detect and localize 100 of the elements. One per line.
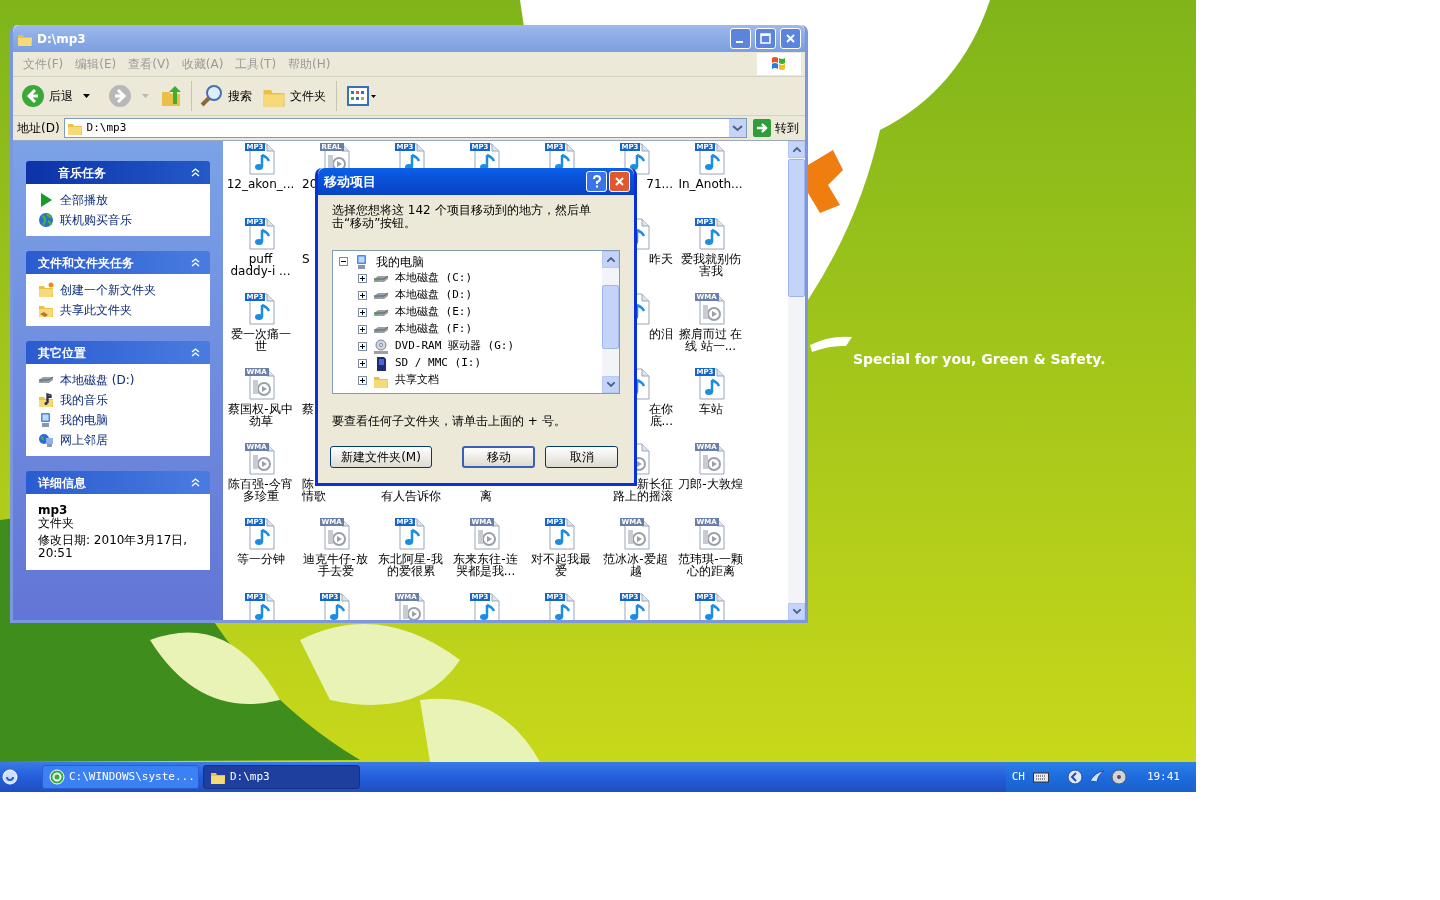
- task-link[interactable]: 我的音乐: [60, 391, 108, 409]
- start-icon[interactable]: [2, 769, 18, 785]
- collapse-icon[interactable]: [339, 257, 348, 266]
- expand-icon[interactable]: [358, 274, 367, 283]
- file-name[interactable]: 12_akon_...: [224, 178, 297, 190]
- tree-item[interactable]: 共享文档: [395, 372, 439, 389]
- file-name[interactable]: 对不起我最爱: [523, 553, 598, 577]
- file-name[interactable]: 东北阿星-我的爱很累: [373, 553, 448, 577]
- search-button[interactable]: 搜索: [200, 80, 252, 112]
- file-name[interactable]: S: [298, 253, 310, 265]
- file-name[interactable]: 陈: [298, 478, 314, 490]
- audio-file-icon[interactable]: [698, 593, 725, 620]
- file-name[interactable]: 底...: [649, 415, 673, 427]
- file-name[interactable]: 陈百强-今宵多珍重: [223, 478, 298, 502]
- vertical-scrollbar[interactable]: [788, 141, 805, 620]
- address-field[interactable]: D:\mp3: [63, 118, 747, 138]
- file-name[interactable]: 爱一次痛一世: [223, 328, 298, 352]
- dialog-button[interactable]: 移动: [462, 446, 535, 468]
- go-button[interactable]: 转到: [751, 119, 801, 137]
- task-link[interactable]: 联机购买音乐: [60, 211, 132, 229]
- audio-file-icon[interactable]: [698, 218, 725, 250]
- file-name[interactable]: 昨天: [649, 253, 673, 265]
- scroll-down-button[interactable]: [602, 376, 619, 393]
- tree-scrollbar[interactable]: [602, 251, 619, 393]
- file-name[interactable]: 有人告诉你: [378, 490, 443, 502]
- file-name[interactable]: puff: [246, 253, 275, 265]
- tree-item[interactable]: 本地磁盘 (E:): [395, 304, 473, 321]
- audio-file-icon[interactable]: [548, 593, 575, 620]
- file-name[interactable]: 71...: [646, 178, 673, 190]
- audio-file-icon[interactable]: [248, 143, 275, 175]
- task-link[interactable]: 全部播放: [60, 191, 108, 209]
- panel-header[interactable]: 音乐任务: [26, 161, 210, 184]
- audio-file-icon[interactable]: [698, 443, 725, 475]
- tree-item[interactable]: 本地磁盘 (C:): [395, 270, 473, 287]
- audio-file-icon[interactable]: [248, 443, 275, 475]
- audio-file-icon[interactable]: [623, 593, 650, 620]
- tree-item[interactable]: SD / MMC (I:): [395, 355, 482, 372]
- file-name[interactable]: 东来东往-连哭都是我...: [448, 553, 523, 577]
- dialog-button[interactable]: 新建文件夹(M): [330, 446, 432, 468]
- back-button[interactable]: 后退: [21, 80, 73, 112]
- scroll-down-button[interactable]: [788, 603, 805, 620]
- task-link[interactable]: 共享此文件夹: [60, 301, 132, 319]
- tree-item[interactable]: 本地磁盘 (D:): [395, 287, 473, 304]
- file-name[interactable]: 范玮琪-一颗心的距离: [673, 553, 748, 577]
- file-name[interactable]: 蔡国权-风中劲草: [223, 403, 298, 427]
- scroll-thumb[interactable]: [602, 285, 619, 349]
- taskbar-button[interactable]: D:\mp3: [203, 765, 360, 789]
- file-name[interactable]: 路上的摇滚: [613, 490, 673, 502]
- file-name[interactable]: 等一分钟: [234, 553, 287, 565]
- file-name[interactable]: 范冰冰-爱超越: [598, 553, 673, 577]
- close-button[interactable]: [780, 28, 801, 49]
- tree-item[interactable]: 本地磁盘 (F:): [395, 321, 473, 338]
- file-name[interactable]: 车站: [696, 403, 725, 415]
- audio-file-icon[interactable]: [248, 518, 275, 550]
- expand-icon[interactable]: [358, 325, 367, 334]
- file-name[interactable]: daddy-i ...: [228, 265, 293, 277]
- file-name[interactable]: 离: [477, 490, 494, 502]
- audio-file-icon[interactable]: [398, 518, 425, 550]
- tree-item[interactable]: 我的电脑: [376, 252, 424, 271]
- panel-header[interactable]: 其它位置: [26, 341, 210, 364]
- audio-file-icon[interactable]: [623, 518, 650, 550]
- audio-file-icon[interactable]: [248, 368, 275, 400]
- audio-file-icon[interactable]: [248, 293, 275, 325]
- help-button[interactable]: [586, 171, 607, 192]
- scroll-up-button[interactable]: [602, 251, 619, 268]
- file-name[interactable]: 刀郎-大敦煌: [676, 478, 745, 490]
- views-icon[interactable]: [347, 85, 377, 107]
- scroll-up-button[interactable]: [788, 141, 805, 158]
- bird-icon[interactable]: [1088, 769, 1105, 785]
- file-name[interactable]: 爱我就别伤害我: [673, 253, 748, 277]
- dropdown-arrow-icon[interactable]: [83, 94, 90, 98]
- close-button[interactable]: [609, 171, 630, 192]
- audio-file-icon[interactable]: [548, 518, 575, 550]
- audio-file-icon[interactable]: [698, 368, 725, 400]
- folders-button[interactable]: 文件夹: [262, 80, 326, 112]
- audio-file-icon[interactable]: [698, 293, 725, 325]
- keyboard-icon[interactable]: [1032, 771, 1049, 783]
- audio-file-icon[interactable]: [698, 143, 725, 175]
- minimize-button[interactable]: [730, 28, 751, 49]
- file-name[interactable]: 在你: [649, 403, 673, 415]
- audio-file-icon[interactable]: [323, 518, 350, 550]
- file-name[interactable]: 的泪: [649, 328, 673, 340]
- file-name[interactable]: In_Anoth...: [676, 178, 745, 190]
- audio-file-icon[interactable]: [248, 218, 275, 250]
- file-name[interactable]: 蔡: [298, 403, 314, 415]
- file-name[interactable]: 擦肩而过 在线 站一...: [673, 328, 748, 352]
- maximize-button[interactable]: [755, 28, 776, 49]
- panel-header[interactable]: 详细信息: [26, 471, 210, 494]
- panel-header[interactable]: 文件和文件夹任务: [26, 251, 210, 274]
- expand-icon[interactable]: [358, 376, 367, 385]
- file-name[interactable]: 情歌: [298, 490, 326, 502]
- audio-file-icon[interactable]: [473, 593, 500, 620]
- task-link[interactable]: 我的电脑: [60, 411, 108, 429]
- audio-file-icon[interactable]: [248, 593, 275, 620]
- tree-item[interactable]: DVD-RAM 驱动器 (G:): [395, 338, 515, 355]
- expand-icon[interactable]: [358, 308, 367, 317]
- expand-icon[interactable]: [358, 291, 367, 300]
- scroll-thumb[interactable]: [788, 159, 805, 297]
- file-name[interactable]: 新长征: [637, 478, 673, 490]
- file-name[interactable]: 迪克牛仔-放手去爱: [298, 553, 373, 577]
